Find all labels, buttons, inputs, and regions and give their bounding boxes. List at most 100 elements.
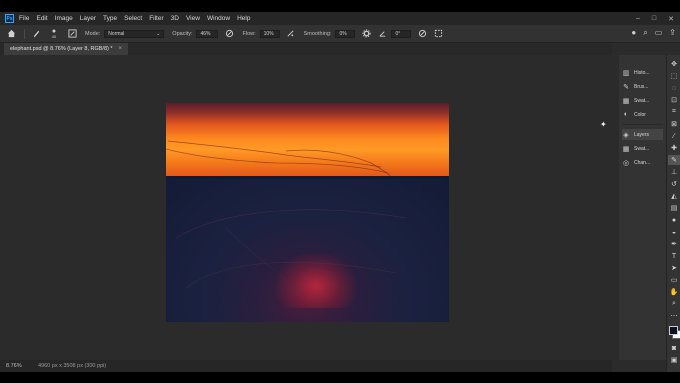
menu-file[interactable]: File [19, 15, 29, 22]
close-tab-icon[interactable]: × [119, 46, 123, 52]
document-tab-title: elephant.psd @ 8.76% (Layer 8, RGB/8) * [10, 46, 113, 52]
app-logo: Ps [5, 14, 14, 23]
quick-mask-icon[interactable]: ◙ [668, 343, 680, 353]
search-icon[interactable]: ⌕ [643, 28, 647, 38]
mode-select[interactable]: Normal ⌄ [104, 29, 165, 38]
blur-tool-icon[interactable]: ● [668, 215, 680, 225]
panel-color[interactable]: ◐ Color [622, 109, 663, 120]
move-tool-icon[interactable]: ✥ [668, 59, 680, 69]
path-selection-tool-icon[interactable]: ➤ [668, 263, 680, 273]
object-select-tool-icon[interactable]: ⊡ [668, 95, 680, 105]
smoothing-options-icon[interactable] [361, 29, 371, 39]
smoothing-field[interactable]: 0% [335, 29, 356, 38]
user-icon[interactable]: ● [631, 28, 636, 38]
flow-field[interactable]: 10% [259, 29, 280, 38]
panel-label: Color [634, 111, 646, 118]
type-tool-icon[interactable]: T [668, 251, 680, 261]
opacity-field[interactable]: 46% [196, 29, 219, 38]
document-canvas[interactable] [166, 103, 449, 322]
options-right-icons: ● ⌕ ▭ ⇪ [631, 28, 676, 38]
pressure-size-icon[interactable] [417, 29, 427, 39]
more-tools-icon[interactable]: ⋯ [668, 311, 680, 321]
close-button[interactable]: ✕ [668, 15, 674, 23]
panel-histogram[interactable]: ▥ Histo... [622, 67, 663, 78]
menu-image[interactable]: Image [55, 15, 73, 22]
brush-preset-picker[interactable]: ● 40 [47, 28, 61, 39]
flow-label: Flow: [242, 30, 256, 37]
panel-swatches[interactable]: ▦ Swat... [622, 95, 663, 106]
angle-field[interactable]: 0° [391, 29, 412, 38]
menu-3d[interactable]: 3D [171, 15, 179, 22]
panel-label: Histo... [634, 69, 650, 76]
workspace-icon[interactable]: ▭ [655, 28, 663, 38]
document-info[interactable]: 4960 px x 3508 px (300 ppi) [38, 363, 106, 369]
zoom-level[interactable]: 8.76% [6, 363, 26, 369]
menu-layer[interactable]: Layer [80, 15, 96, 22]
panel-label: Brus... [634, 83, 649, 90]
window-controls: – □ ✕ [636, 12, 674, 25]
share-icon[interactable]: ⇪ [669, 28, 676, 38]
menu-filter[interactable]: Filter [149, 15, 163, 22]
mode-value: Normal [108, 30, 125, 37]
hand-tool-icon[interactable]: ✋ [668, 287, 680, 297]
angle-value: 0° [395, 30, 401, 37]
document-tab-bar: elephant.psd @ 8.76% (Layer 8, RGB/8) * … [0, 43, 612, 55]
history-brush-tool-icon[interactable]: ↺ [668, 179, 680, 189]
canvas-workspace[interactable]: ✦ [0, 55, 612, 360]
clone-stamp-tool-icon[interactable]: ⊥ [668, 167, 680, 177]
smoothing-label: Smoothing: [303, 30, 332, 37]
menu-view[interactable]: View [186, 15, 200, 22]
maximize-button[interactable]: □ [652, 15, 656, 22]
opacity-label: Opacity: [172, 30, 193, 37]
rectangle-tool-icon[interactable]: ▭ [668, 275, 680, 285]
screen-mode-icon[interactable]: ▣ [668, 355, 680, 365]
mode-label: Mode: [85, 30, 101, 37]
brush-settings-icon[interactable] [67, 29, 77, 39]
pressure-opacity-icon[interactable] [224, 29, 234, 39]
minimize-button[interactable]: – [636, 15, 640, 22]
panel-brushes[interactable]: ✎ Brus... [622, 81, 663, 92]
panel-swatches-2[interactable]: ▦ Swat... [622, 143, 663, 154]
document-tab[interactable]: elephant.psd @ 8.76% (Layer 8, RGB/8) * … [4, 43, 129, 55]
panel-layers[interactable]: ◈ Layers [622, 129, 663, 140]
menu-type[interactable]: Type [103, 15, 117, 22]
photoshop-window: Ps File Edit Image Layer Type Select Fil… [0, 12, 680, 372]
angle-icon [377, 29, 387, 39]
lasso-tool-icon[interactable]: ◌ [668, 83, 680, 93]
frame-tool-icon[interactable]: ⊠ [668, 119, 680, 129]
panel-label: Swat... [634, 97, 650, 104]
panel-channels[interactable]: ◎ Chan... [622, 157, 663, 168]
menu-bar: Ps File Edit Image Layer Type Select Fil… [0, 12, 680, 25]
eraser-tool-icon[interactable]: ◭ [668, 191, 680, 201]
opacity-value: 46% [200, 30, 211, 37]
healing-brush-tool-icon[interactable]: ✚ [668, 143, 680, 153]
menu-select[interactable]: Select [124, 15, 142, 22]
airbrush-icon[interactable] [286, 29, 296, 39]
color-icon: ◐ [623, 111, 629, 118]
histogram-icon: ▥ [622, 69, 630, 77]
eyedropper-tool-icon[interactable]: ⁄ [668, 131, 680, 141]
menu-window[interactable]: Window [207, 15, 230, 22]
swatches-icon: ▦ [622, 97, 630, 105]
dodge-tool-icon[interactable]: ◒ [668, 227, 680, 237]
sea-sketch-lines [175, 209, 407, 299]
brush-cursor-icon: ✦ [600, 120, 607, 129]
menu-help[interactable]: Help [237, 15, 250, 22]
marquee-tool-icon[interactable]: ⬚ [668, 71, 680, 81]
panel-label: Chan... [634, 159, 651, 166]
sky-sketch-lines [166, 140, 392, 178]
crop-tool-icon[interactable]: ⌗ [668, 107, 680, 117]
channels-icon: ◎ [622, 159, 630, 167]
pen-tool-icon[interactable]: ✒ [668, 239, 680, 249]
home-icon[interactable] [6, 29, 16, 39]
divider [24, 28, 25, 39]
swatches-icon: ▦ [622, 145, 630, 153]
gradient-tool-icon[interactable]: ▤ [668, 203, 680, 213]
options-bar: ● 40 Mode: Normal ⌄ Opacity: 46% Flow: 1… [0, 25, 680, 43]
brush-tool-icon[interactable] [31, 29, 41, 39]
zoom-tool-icon[interactable]: ⌕ [668, 299, 680, 309]
brush-tool-icon[interactable]: ✎ [668, 155, 680, 165]
symmetry-icon[interactable] [433, 29, 443, 39]
menu-edit[interactable]: Edit [36, 15, 47, 22]
foreground-color-swatch[interactable] [669, 326, 678, 335]
